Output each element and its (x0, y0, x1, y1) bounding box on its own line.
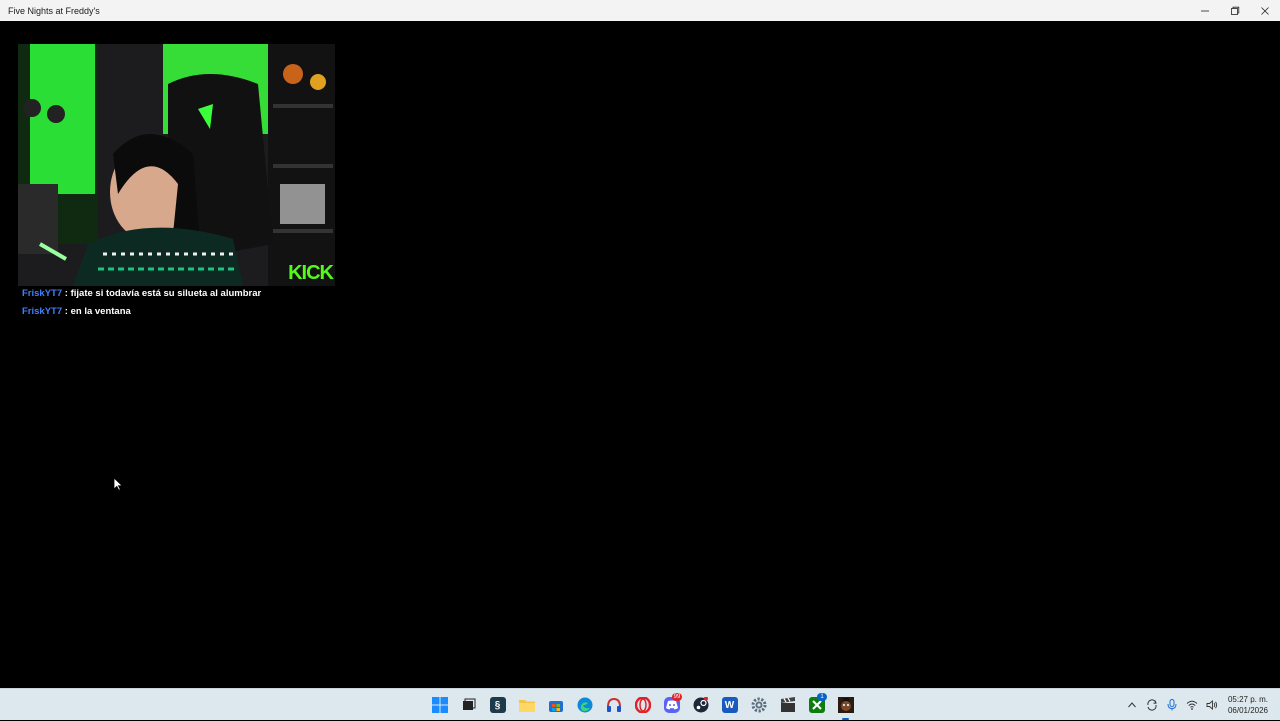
mic-icon (1167, 699, 1177, 711)
sync-button[interactable] (1142, 695, 1162, 715)
close-button[interactable] (1250, 0, 1280, 21)
word-button[interactable]: W (715, 693, 744, 717)
mouse-cursor-icon (113, 477, 123, 491)
fnaf-icon (837, 697, 854, 713)
close-icon (1261, 6, 1269, 15)
folder-icon (518, 700, 535, 712)
store-icon (548, 701, 563, 712)
chat-username: FriskYT7 (22, 288, 63, 299)
window-title: Five Nights at Freddy's (8, 5, 100, 16)
chevron-up-icon (1128, 702, 1136, 708)
clock-date: 06/01/2026 (1227, 706, 1268, 715)
word-icon: W (721, 697, 738, 713)
task-view-button[interactable] (454, 693, 483, 717)
chat-text: fijate si todavía está su silueta al alu… (70, 288, 262, 299)
title-bar: Five Nights at Freddy's (0, 0, 1280, 21)
clapper-icon (780, 697, 795, 712)
s-app-button[interactable]: § (483, 693, 512, 717)
speaker-icon (1206, 700, 1218, 710)
headphones-icon (606, 697, 621, 712)
webcam-overlay: KICK (18, 44, 335, 286)
minimize-button[interactable] (1190, 0, 1220, 21)
windows-start-icon (431, 697, 448, 713)
start-button[interactable] (425, 693, 454, 717)
minimize-icon (1201, 10, 1209, 11)
chat-message: FriskYT7 : fijate si todavía está su sil… (22, 285, 261, 303)
chat-username: FriskYT7 (22, 306, 63, 317)
recorder-button[interactable] (773, 693, 802, 717)
chat-separator: : (62, 288, 71, 299)
xbox-badge: 1 (817, 693, 827, 701)
taskbar: § 99 W 1 05:27 p. m. 06/01/2026 (0, 688, 1280, 720)
webcam-feed (18, 44, 335, 286)
edge-button[interactable] (570, 693, 599, 717)
steam-button[interactable] (686, 693, 715, 717)
gear-icon (751, 697, 766, 713)
clock[interactable]: 05:27 p. m. 06/01/2026 (1222, 694, 1280, 716)
xbox-button[interactable]: 1 (802, 693, 831, 717)
kick-logo: KICK (288, 262, 334, 284)
steam-icon (693, 697, 708, 713)
microphone-button[interactable] (1162, 695, 1182, 715)
file-explorer-button[interactable] (512, 693, 541, 717)
fnaf-button[interactable] (831, 693, 860, 720)
s-app-icon: § (489, 697, 506, 713)
system-tray: 05:27 p. m. 06/01/2026 (1122, 689, 1280, 721)
restore-icon (1231, 6, 1240, 15)
edge-icon (577, 697, 592, 713)
restore-button[interactable] (1220, 0, 1250, 21)
game-viewport[interactable]: KICK FriskYT7 : fijate si todavía está s… (0, 21, 1280, 688)
store-button[interactable] (541, 693, 570, 717)
discord-badge: 99 (672, 693, 682, 701)
headphones-app-button[interactable] (599, 693, 628, 717)
network-button[interactable] (1182, 695, 1202, 715)
task-view-icon (462, 698, 475, 710)
opera-icon (634, 697, 651, 713)
discord-button[interactable]: 99 (657, 693, 686, 717)
taskbar-apps: § 99 W 1 (425, 693, 860, 720)
opera-button[interactable] (628, 693, 657, 717)
chat-text: en la ventana (70, 306, 131, 317)
show-hidden-icons-button[interactable] (1122, 695, 1142, 715)
chat-message: FriskYT7 : en la ventana (22, 303, 261, 321)
wifi-icon (1186, 700, 1198, 710)
clock-time: 05:27 p. m. (1227, 695, 1268, 704)
chat-overlay: FriskYT7 : fijate si todavía está su sil… (22, 285, 261, 321)
volume-button[interactable] (1202, 695, 1222, 715)
sync-icon (1147, 699, 1157, 711)
chat-separator: : (62, 306, 71, 317)
settings-button[interactable] (744, 693, 773, 717)
